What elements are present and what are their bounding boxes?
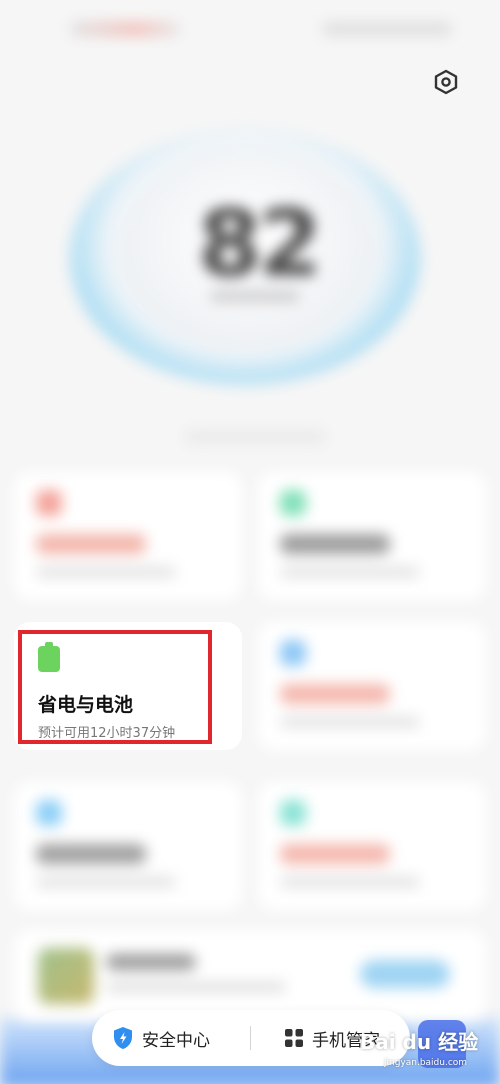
status-bar-left <box>70 22 180 36</box>
battery-card-subtitle: 预计可用12小时37分钟 <box>38 726 176 741</box>
settings-button[interactable] <box>430 66 462 98</box>
card-virus[interactable] <box>14 782 242 910</box>
promo-thumbnail <box>38 948 94 1004</box>
watermark-brand: Bai du 经验 <box>360 1030 479 1054</box>
card-title <box>36 534 146 554</box>
health-score-ring[interactable]: 82 <box>60 110 430 400</box>
shield-icon <box>114 1027 132 1049</box>
status-bar-right <box>322 22 452 36</box>
settings-hexagon-icon <box>434 69 458 95</box>
card-title <box>280 684 390 704</box>
nav-security-center-label: 安全中心 <box>142 1030 210 1051</box>
card-memory[interactable] <box>14 472 242 600</box>
card-subtitle <box>280 876 420 888</box>
health-score: 82 <box>198 190 322 297</box>
card-title <box>280 844 390 864</box>
card-traffic[interactable] <box>258 622 486 750</box>
promo-subtitle <box>106 982 286 992</box>
deep-clean-icon <box>280 800 306 826</box>
health-score-subtitle <box>210 290 300 302</box>
card-subtitle <box>36 566 176 578</box>
card-deep-clean[interactable] <box>258 782 486 910</box>
watermark-url: jingyan.baidu.com <box>384 1058 468 1068</box>
card-storage[interactable] <box>258 472 486 600</box>
scan-hint <box>185 432 325 442</box>
phone-manager-screen: 82 省电与电池 预计可用12小时37分钟 安全中心 手机管家 Bai du 经… <box>0 0 500 1084</box>
memory-icon <box>36 490 62 516</box>
battery-card-title: 省电与电池 <box>38 694 134 716</box>
promo-banner[interactable] <box>14 930 486 1020</box>
nav-divider <box>250 1026 251 1050</box>
grid-icon <box>285 1029 303 1047</box>
card-subtitle <box>36 876 176 888</box>
card-subtitle <box>280 716 420 728</box>
virus-icon <box>36 800 62 826</box>
battery-icon <box>38 642 60 672</box>
traffic-icon <box>280 640 306 666</box>
card-subtitle <box>280 566 420 578</box>
card-title <box>36 844 146 864</box>
card-title <box>280 534 390 554</box>
promo-action-button[interactable] <box>360 960 450 988</box>
promo-title <box>106 954 196 970</box>
storage-icon <box>280 490 306 516</box>
card-battery[interactable]: 省电与电池 预计可用12小时37分钟 <box>14 622 242 750</box>
nav-security-center[interactable]: 安全中心 <box>112 1010 210 1066</box>
